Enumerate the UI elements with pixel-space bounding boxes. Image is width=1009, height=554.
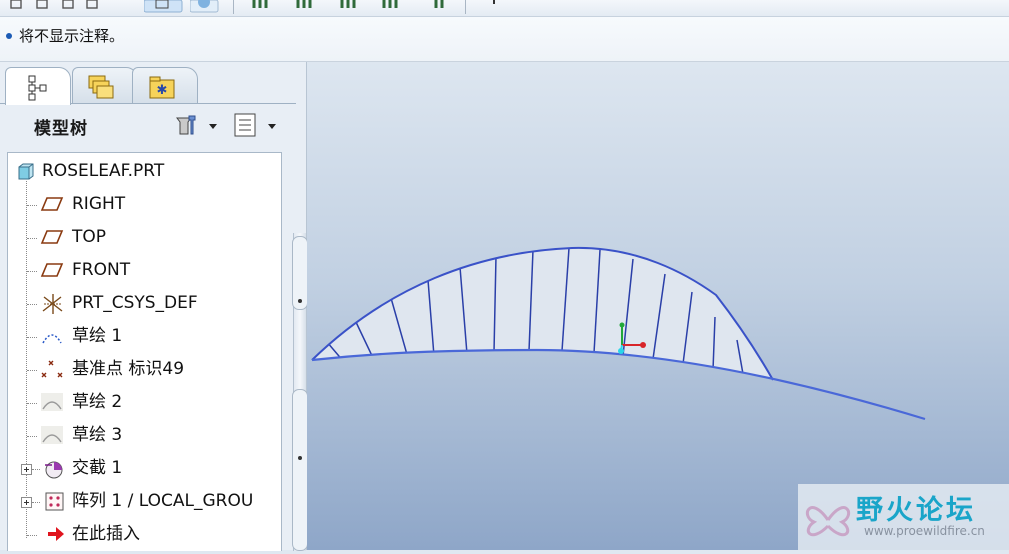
favorites-folder-icon: ✱	[149, 76, 175, 99]
toolbar-tool-icon[interactable]	[84, 0, 100, 12]
tree-item-csys[interactable]: PRT_CSYS_DEF	[8, 288, 281, 318]
tree-item-label: 在此插入	[72, 524, 140, 544]
tree-item-top-plane[interactable]: TOP	[8, 222, 281, 252]
message-bullet-icon	[6, 33, 12, 39]
leaf-base-curve[interactable]	[311, 348, 926, 421]
tree-item-insert-here[interactable]: 在此插入	[8, 519, 281, 549]
tree-item-label: PRT_CSYS_DEF	[72, 293, 198, 313]
message-text: 将不显示注释。	[19, 27, 125, 45]
navigator-panel: ✱ 模型树 ROSELEAF.PRT RIGHT TOP FRONT PRT_C…	[0, 62, 307, 551]
forum-watermark: 野火论坛 www.proewildfire.cn	[798, 484, 1009, 550]
tree-item-root-part[interactable]: ROSELEAF.PRT	[8, 156, 281, 186]
tree-item-front-plane[interactable]: FRONT	[8, 255, 281, 285]
tab-folder-browser[interactable]	[72, 67, 138, 104]
toolbar-view-icon[interactable]	[294, 0, 324, 12]
tree-item-label: RIGHT	[72, 194, 126, 214]
tree-item-label: 草绘 1	[72, 326, 123, 346]
tree-item-label: ROSELEAF.PRT	[42, 161, 165, 181]
top-toolbar	[0, 0, 1009, 17]
toolbar-separator	[233, 0, 234, 14]
tab-favorites[interactable]: ✱	[132, 67, 198, 104]
coordinate-system-icon	[42, 294, 63, 314]
tree-item-label: 草绘 2	[72, 392, 123, 412]
sketch-icon	[42, 334, 62, 344]
chevron-down-icon	[209, 124, 217, 129]
tree-item-label: TOP	[72, 227, 107, 247]
tree-item-sketch-1[interactable]: 草绘 1	[8, 321, 281, 351]
tree-item-pattern-1[interactable]: 阵列 1 / LOCAL_GROU	[8, 486, 281, 516]
model-tree: ROSELEAF.PRT RIGHT TOP FRONT PRT_CSYS_DE…	[7, 152, 282, 551]
toolbar-view-icon[interactable]	[338, 0, 368, 12]
tree-item-label: 基准点 标识49	[72, 359, 185, 379]
model-tree-title: 模型树	[34, 119, 88, 139]
graphics-viewport[interactable]	[307, 62, 1009, 550]
tree-item-right-plane[interactable]: RIGHT	[8, 189, 281, 219]
tree-item-label: 阵列 1 / LOCAL_GROU	[72, 491, 254, 511]
message-bar: 将不显示注释。	[0, 17, 1009, 62]
tree-item-intersect-1[interactable]: 交截 1	[8, 453, 281, 483]
datum-plane-icon	[40, 263, 64, 277]
toolbar-separator	[465, 0, 466, 14]
toolbar-tool-icon[interactable]	[34, 0, 50, 12]
splitter-handle-lower[interactable]	[292, 389, 308, 551]
tab-model-tree[interactable]	[5, 67, 71, 105]
watermark-url: www.proewildfire.cn	[864, 524, 985, 538]
insert-here-arrow-icon	[48, 527, 64, 541]
intersect-icon	[45, 461, 63, 479]
toolbar-small-icon[interactable]	[488, 0, 500, 12]
datum-plane-icon	[40, 230, 64, 244]
model-tree-tab-icon	[28, 75, 47, 101]
tree-filter-button[interactable]	[232, 110, 284, 140]
pattern-icon	[45, 492, 64, 511]
sketch-dim-icon	[41, 426, 63, 444]
splitter-grip-icon	[298, 456, 302, 460]
toolbar-view-icon[interactable]	[380, 0, 410, 12]
model-geometry	[311, 246, 926, 421]
tree-item-datum-point[interactable]: 基准点 标识49	[8, 354, 281, 384]
leaf-surface[interactable]	[312, 247, 773, 380]
part-icon	[18, 163, 34, 180]
splitter-grip-icon	[298, 299, 302, 303]
toolbar-view-icon[interactable]	[430, 0, 454, 12]
datum-point-icon	[41, 360, 63, 378]
panel-splitter[interactable]	[292, 233, 308, 551]
toolbar-tool-icon[interactable]	[8, 0, 24, 12]
toolbar-view-icon[interactable]	[250, 0, 280, 12]
watermark-title: 野火论坛	[856, 495, 976, 526]
datum-plane-icon	[40, 197, 64, 211]
tree-item-sketch-2[interactable]: 草绘 2	[8, 387, 281, 417]
tree-item-label: FRONT	[72, 260, 131, 280]
toolbar-shading-icon[interactable]	[190, 0, 220, 14]
tree-settings-button[interactable]	[173, 110, 225, 140]
butterfly-logo-icon	[805, 506, 851, 537]
sketch-dim-icon	[41, 393, 63, 411]
tree-item-label: 交截 1	[72, 458, 123, 478]
svg-text:✱: ✱	[157, 83, 168, 98]
tree-item-sketch-3[interactable]: 草绘 3	[8, 420, 281, 450]
folder-browser-icon	[88, 75, 114, 99]
toolbar-toggle-pressed-icon[interactable]	[144, 0, 184, 14]
tree-item-label: 草绘 3	[72, 425, 123, 445]
toolbar-tool-icon[interactable]	[60, 0, 76, 12]
